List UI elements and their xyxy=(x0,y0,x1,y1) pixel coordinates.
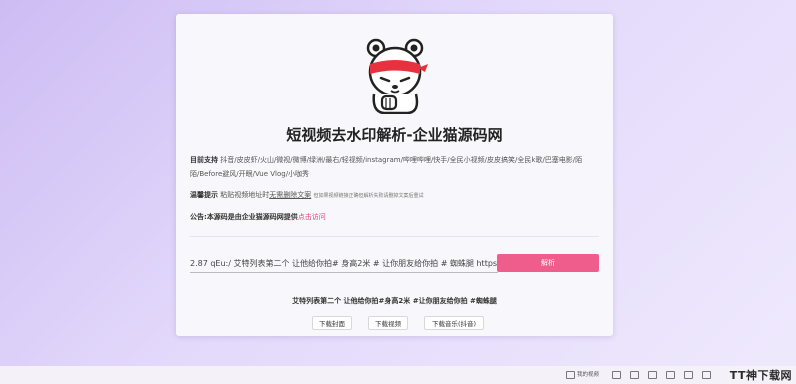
video-url-input[interactable] xyxy=(190,255,498,273)
video-icon xyxy=(566,370,575,379)
bottom-toolbar: 我的视频 xyxy=(0,366,796,384)
notice-text: 本源码是由企业猫源码网提供 xyxy=(206,213,298,221)
download-icon xyxy=(666,370,675,379)
page-title: 短视频去水印解析-企业猫源码网 xyxy=(286,126,503,144)
toolbar-icon-3[interactable] xyxy=(648,370,659,380)
notice-visit-link[interactable]: 点击访问 xyxy=(298,213,326,221)
download-music-button[interactable]: 下载音乐(抖音) xyxy=(424,316,484,330)
main-card: 短视频去水印解析-企业猫源码网 目前支持 抖音/皮皮虾/火山/微视/微博/绿洲/… xyxy=(176,14,613,336)
window-icon xyxy=(630,370,639,379)
screen-icon xyxy=(612,370,621,379)
settings-icon xyxy=(702,370,711,379)
parse-button[interactable]: 解析 xyxy=(497,254,599,272)
toolbar-icon-5[interactable] xyxy=(684,370,695,380)
tip-underlined: 无需删除文案 xyxy=(269,191,312,199)
notice-label: 公告: xyxy=(190,213,207,221)
support-list: 抖音/皮皮虾/火山/微视/微博/绿洲/最右/轻视频/instagram/哔哩哔哩… xyxy=(190,156,583,178)
result-title: 艾特列表第二个 让他给你拍#身高2米 #让你朋友给你拍 #蜘蛛腿 xyxy=(292,297,497,305)
download-cover-button[interactable]: 下载封面 xyxy=(312,316,352,330)
supported-platforms-text: 目前支持 抖音/皮皮虾/火山/微视/微博/绿洲/最右/轻视频/instagram… xyxy=(190,153,600,181)
toolbar-icon-6[interactable] xyxy=(702,370,713,380)
divider xyxy=(190,236,599,237)
tip-label: 温馨提示 xyxy=(190,191,218,199)
notice-line: 公告:本源码是由企业猫源码网提供点击访问 xyxy=(190,212,326,222)
tip-line: 温馨提示 粘贴视频地址时无需删除文案 但如果视频链接正确但解析失败请删掉文案后重… xyxy=(190,191,600,201)
my-videos-label: 我的视频 xyxy=(577,372,600,378)
grid-icon xyxy=(648,370,657,379)
tip-text: 粘贴视频地址时 xyxy=(220,191,270,199)
toolbar-icon-2[interactable] xyxy=(630,370,641,380)
toolbar-icon-1[interactable] xyxy=(612,370,623,380)
site-watermark: TT神下载网 xyxy=(729,369,792,382)
support-label: 目前支持 xyxy=(190,156,218,164)
bear-mascot-logo xyxy=(366,38,428,114)
tip-small-text: 但如果视频链接正确但解析失败请删掉文案后重试 xyxy=(313,193,424,199)
my-videos-item[interactable]: 我的视频 xyxy=(566,370,599,380)
download-video-button[interactable]: 下载视频 xyxy=(368,316,408,330)
speaker-icon xyxy=(684,370,693,379)
toolbar-icon-4[interactable] xyxy=(666,370,677,380)
